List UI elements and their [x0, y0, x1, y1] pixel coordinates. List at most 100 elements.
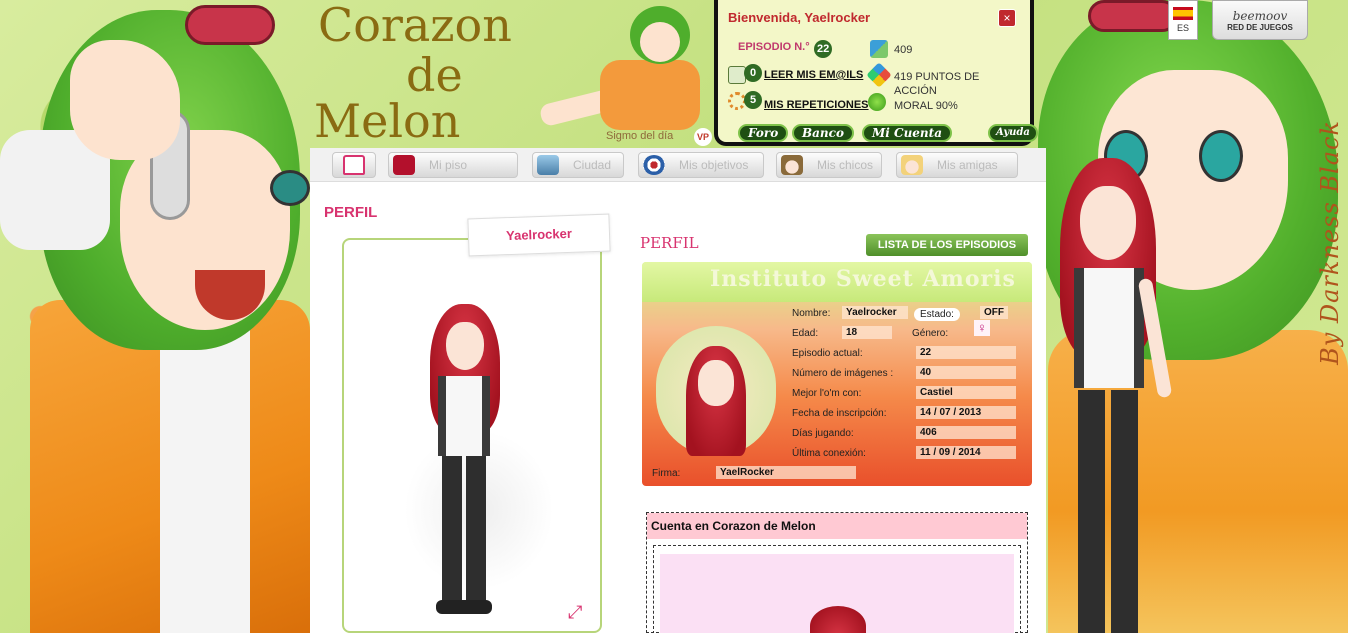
decorative-character-left — [0, 0, 320, 633]
action-points-icon — [866, 62, 892, 88]
character-goggles — [185, 5, 275, 45]
repetitions-link[interactable]: MIS REPETICIONES — [764, 99, 869, 111]
profile-section-title: PERFIL — [640, 234, 699, 252]
status-value: OFF — [980, 306, 1008, 319]
moral-icon — [868, 93, 886, 111]
episodes-list-button[interactable]: LISTA DE LOS EPISODIOS — [866, 234, 1028, 256]
signature-value: YaelRocker — [716, 466, 856, 479]
expand-icon[interactable]: ⤢ — [568, 602, 590, 624]
spain-flag-icon — [1173, 7, 1193, 20]
character-goggles — [1088, 0, 1178, 32]
welcome-text: Bienvenida, Yaelrocker — [728, 10, 871, 25]
page-title: PERFIL — [324, 204, 378, 221]
avatar-legs — [442, 456, 486, 606]
character-shirt — [160, 320, 250, 633]
read-emails-link[interactable]: LEER MIS EM@ILS — [764, 69, 863, 81]
last-login-value: 11 / 09 / 2014 — [916, 446, 1016, 459]
help-button[interactable]: Ayuda — [988, 124, 1038, 142]
days-playing-value: 406 — [916, 426, 1016, 439]
avatar-top — [1074, 268, 1144, 388]
main-navigation: Mi piso Ciudad Mis objetivos Mis chicos … — [310, 148, 1046, 182]
my-account-button[interactable]: Mi Cuenta — [862, 124, 952, 142]
age-value: 18 — [842, 326, 892, 339]
photo-face — [698, 360, 734, 406]
gender-label: Género: — [912, 328, 949, 339]
age-label: Edad: — [792, 328, 819, 339]
repetitions-count-badge: 5 — [744, 91, 762, 109]
avatar-top — [438, 376, 490, 456]
images-label: Número de imágenes : — [792, 368, 894, 379]
nav-label: Ciudad — [573, 158, 612, 172]
header-character-face — [640, 22, 680, 62]
nav-item-my-flat[interactable]: Mi piso — [388, 152, 518, 178]
nav-item-my-boys[interactable]: Mis chicos — [776, 152, 882, 178]
bank-button[interactable]: Banco — [792, 124, 854, 142]
language-selector[interactable]: ES — [1168, 0, 1198, 40]
school-name: Instituto Sweet Amoris — [710, 266, 1016, 292]
character-eye — [1199, 130, 1243, 182]
language-code: ES — [1176, 23, 1189, 33]
close-panel-button[interactable]: × — [998, 9, 1016, 27]
avatar-face — [1080, 186, 1136, 260]
site-logo[interactable]: Corazon de Melon — [314, 0, 534, 145]
partner-subtitle: RED DE JUEGOS — [1227, 23, 1293, 32]
account-avatar — [810, 606, 866, 633]
last-login-label: Última conexión: — [792, 448, 866, 459]
current-episode-label: Episodio actual: — [792, 348, 863, 359]
best-match-value: Castiel — [916, 386, 1016, 399]
nav-label: Mis chicos — [817, 158, 874, 172]
girl-avatar-icon — [901, 155, 923, 175]
avatar-shoes — [436, 600, 492, 614]
site-title-line: de — [406, 48, 463, 102]
vip-badge-icon[interactable]: VP — [694, 128, 712, 146]
name-value: Yaelrocker — [842, 306, 908, 319]
avatar-legs — [1078, 390, 1138, 633]
episode-number-badge: 22 — [814, 40, 833, 58]
account-body — [653, 545, 1021, 633]
header-character — [538, 0, 710, 148]
nav-item-my-friends[interactable]: Mis amigas — [896, 152, 1018, 178]
watermark-signature: By Darkness Black — [1316, 120, 1344, 365]
site-title-line: Corazon — [318, 0, 512, 52]
nav-item-city[interactable]: Ciudad — [532, 152, 624, 178]
current-episode-value: 22 — [916, 346, 1016, 359]
partner-network-link[interactable]: beemoov RED DE JUEGOS — [1212, 0, 1308, 40]
dollars-value: 409 — [894, 44, 913, 56]
forum-button[interactable]: Foro — [738, 124, 789, 142]
account-inner-panel — [660, 554, 1014, 633]
nav-label: Mi piso — [429, 158, 468, 172]
main-content: Mi piso Ciudad Mis objetivos Mis chicos … — [310, 148, 1046, 633]
signup-date-value: 14 / 07 / 2013 — [916, 406, 1016, 419]
site-title-line: Melon — [314, 94, 461, 148]
user-panel: Bienvenida, Yaelrocker × EPISODIO N.° 22… — [714, 0, 1038, 146]
target-icon — [643, 155, 665, 175]
sofa-icon — [393, 155, 415, 175]
partner-logo: beemoov — [1232, 9, 1288, 23]
signup-date-label: Fecha de inscripción: — [792, 408, 887, 419]
city-icon — [537, 155, 559, 175]
vip-text: Sigmo del día — [606, 130, 674, 142]
id-card-photo — [656, 326, 776, 456]
emails-count-badge: 0 — [744, 64, 762, 82]
female-gender-icon: ♀ — [974, 320, 990, 336]
nav-label: Mis amigas — [937, 158, 998, 172]
avatar-face — [446, 322, 484, 370]
episode-label: EPISODIO N.° — [738, 41, 810, 53]
nav-item-my-goals[interactable]: Mis objetivos — [638, 152, 764, 178]
home-icon — [343, 155, 365, 175]
action-points-value: 419 PUNTOS DE ACCIÓN — [894, 71, 980, 98]
days-playing-label: Días jugando: — [792, 428, 854, 439]
username-tab: Yaelrocker — [467, 213, 611, 257]
status-label: Estado: — [914, 308, 960, 321]
nav-item-home[interactable] — [332, 152, 376, 178]
decorative-avatar-right — [1048, 158, 1173, 633]
account-section: Cuenta en Corazon de Melon — [646, 512, 1028, 633]
header-character-body — [600, 60, 700, 130]
dollars-icon — [870, 40, 888, 58]
account-heading: Cuenta en Corazon de Melon — [647, 513, 1027, 539]
player-avatar — [418, 304, 528, 620]
character-eye — [270, 170, 310, 206]
name-label: Nombre: — [792, 308, 831, 319]
best-match-label: Mejor l'o'm con: — [792, 388, 862, 399]
moral-value: MORAL 90% — [894, 100, 958, 112]
